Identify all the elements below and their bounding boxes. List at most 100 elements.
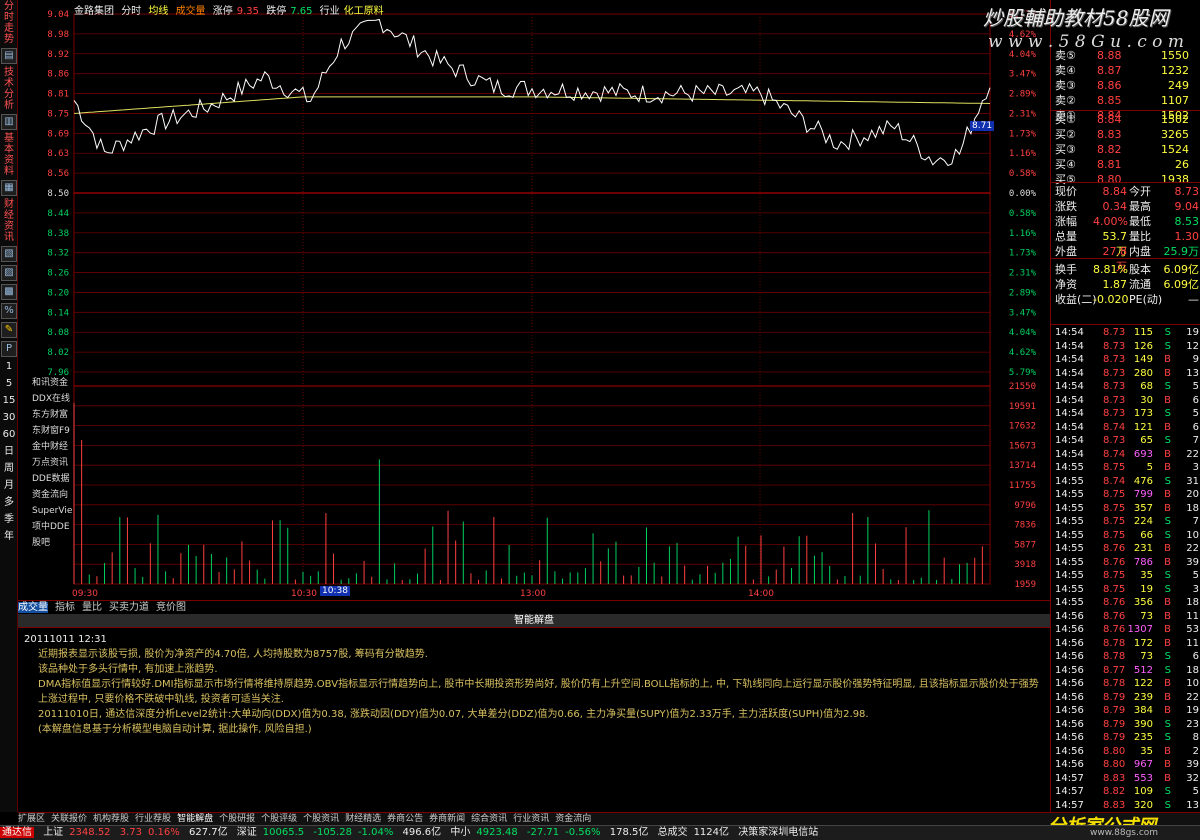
tick-volume: 115: [1133, 327, 1153, 338]
ruler-icon[interactable]: ▥: [1, 114, 17, 130]
bottom-tab[interactable]: 个股评级: [261, 814, 297, 824]
period-2[interactable]: 15: [1, 394, 17, 408]
side-link[interactable]: 股吧: [32, 535, 72, 551]
chart-tab[interactable]: 量比: [82, 602, 102, 613]
bottom-tab[interactable]: 综合资讯: [471, 814, 507, 824]
price-tick: 8.98: [47, 30, 69, 40]
tick-count: 19: [1186, 705, 1199, 716]
zx-label: 中小: [450, 827, 471, 838]
buy-level[interactable]: 买② 8.83 3265: [1051, 127, 1200, 142]
period-4[interactable]: 60: [1, 428, 17, 442]
tab-fundamentals[interactable]: 基本资料: [1, 133, 17, 177]
ps-icon[interactable]: P: [1, 341, 17, 357]
book-icon[interactable]: ▩: [1, 284, 17, 300]
tick-count: 23: [1186, 718, 1199, 730]
tick-price: 8.73: [1103, 435, 1126, 446]
buy-level[interactable]: 买④ 8.81 26: [1051, 157, 1200, 172]
chart-tab[interactable]: 竞价图: [156, 602, 186, 613]
period-10[interactable]: 年: [1, 530, 17, 544]
percent-icon[interactable]: %: [1, 303, 17, 319]
tick-count: 9: [1192, 354, 1199, 365]
chart-icon[interactable]: ▤: [1, 48, 17, 64]
side-link[interactable]: 东方财富: [32, 407, 72, 423]
bottom-tab[interactable]: 机构荐股: [93, 814, 129, 824]
sell-level[interactable]: 卖③ 8.86 249: [1051, 78, 1200, 93]
tab-intraday[interactable]: 分时走势: [1, 1, 17, 45]
tick-price: 8.75: [1103, 489, 1126, 500]
tick-side: B: [1164, 556, 1171, 568]
side-link[interactable]: 和讯资金: [32, 375, 72, 391]
period-6[interactable]: 周: [1, 462, 17, 476]
bottom-tab[interactable]: 券商公告: [387, 814, 423, 824]
mode-label: 分时: [121, 6, 142, 17]
tick-count: 3: [1192, 583, 1199, 595]
price-tick: 8.56: [47, 169, 69, 179]
intraday-chart[interactable]: 9.04 8.98 8.92 8.86 8.81 8.75 8.69 8.63 8.56 8.50…: [18, 0, 1050, 600]
tick-count: 19: [1186, 327, 1199, 338]
tick-price: 8.74: [1103, 475, 1126, 487]
side-link[interactable]: DDX在线: [32, 391, 72, 407]
buy-level[interactable]: 买① 8.84 1502: [1051, 112, 1200, 127]
side-link[interactable]: 万点资讯: [32, 455, 72, 471]
side-link[interactable]: 项中DDE: [32, 519, 72, 535]
tick-side: B: [1164, 597, 1171, 608]
grid-icon-2[interactable]: ▨: [1, 265, 17, 281]
tick-count: 18: [1186, 502, 1199, 514]
sh-label: 上证: [43, 827, 64, 838]
side-link[interactable]: SuperVie: [32, 503, 72, 519]
sell-level[interactable]: 卖② 8.85 1107: [1051, 93, 1200, 108]
ob-volume: 1107: [1161, 94, 1189, 107]
tick-side: B: [1164, 354, 1171, 365]
tick-row: 14:56 8.76 73 B 11: [1051, 610, 1200, 623]
tick-count: 20: [1186, 489, 1199, 500]
grid-icon[interactable]: ▧: [1, 246, 17, 262]
price-tick: 8.38: [47, 229, 69, 239]
side-link[interactable]: 金中财经: [32, 439, 72, 455]
buy-level[interactable]: 买③ 8.82 1524: [1051, 142, 1200, 157]
period-3[interactable]: 30: [1, 411, 17, 425]
chart-tab[interactable]: 成交量: [18, 602, 48, 613]
tick-price: 8.73: [1103, 367, 1126, 379]
side-link[interactable]: 资金流向: [32, 487, 72, 503]
bottom-tab[interactable]: 财经精选: [345, 814, 381, 824]
pencil-icon[interactable]: ✎: [1, 322, 17, 338]
bottom-tab[interactable]: 关联报价: [51, 814, 87, 824]
tab-news[interactable]: 财经资讯: [1, 199, 17, 243]
chart-tab[interactable]: 指标: [55, 602, 75, 613]
sz-amount: 496.6亿: [402, 827, 442, 838]
period-9[interactable]: 季: [1, 513, 17, 527]
bottom-tab[interactable]: 个股研报: [219, 814, 255, 824]
bottom-tab[interactable]: 行业荐股: [135, 814, 171, 824]
side-link[interactable]: DDE数据: [32, 471, 72, 487]
tick-count: 10: [1186, 678, 1199, 689]
ob-price: 8.83: [1097, 128, 1122, 141]
tick-count: 12: [1186, 340, 1199, 352]
tick-side: S: [1164, 475, 1171, 487]
tick-count: 22: [1186, 543, 1199, 554]
quote-label: 最低: [1129, 215, 1151, 228]
quote-value: —: [1188, 293, 1199, 306]
period-8[interactable]: 多: [1, 496, 17, 510]
tick-time: 14:56: [1055, 732, 1084, 743]
bottom-tab[interactable]: 个股资讯: [303, 814, 339, 824]
chart-canvas[interactable]: 9.04 8.98 8.92 8.86 8.81 8.75 8.69 8.63 8.56 8.50…: [18, 0, 1050, 600]
side-link[interactable]: 东财窗F9: [32, 423, 72, 439]
period-5[interactable]: 日: [1, 445, 17, 459]
bottom-tab[interactable]: 行业资讯: [513, 814, 549, 824]
period-0[interactable]: 1: [1, 360, 17, 374]
period-1[interactable]: 5: [1, 377, 17, 391]
period-7[interactable]: 月: [1, 479, 17, 493]
tick-row: 14:56 8.80 967 B 39: [1051, 758, 1200, 771]
bottom-tab[interactable]: 资金流向: [555, 814, 591, 824]
sell-level[interactable]: 卖④ 8.87 1232: [1051, 63, 1200, 78]
chart-tab[interactable]: 买卖力道: [109, 602, 149, 613]
bottom-tab[interactable]: 券商新闻: [429, 814, 465, 824]
app-badge[interactable]: 通达信: [0, 827, 34, 838]
tab-technical[interactable]: 技术分析: [1, 67, 17, 111]
tick-count: 2: [1192, 745, 1199, 757]
bottom-tab[interactable]: 智能解盘: [177, 814, 213, 824]
document-icon[interactable]: ▦: [1, 180, 17, 196]
tick-row: 14:54 8.73 126 S 12: [1051, 340, 1200, 353]
tick-side: S: [1164, 786, 1171, 797]
bottom-tab[interactable]: 扩展区: [18, 814, 45, 824]
